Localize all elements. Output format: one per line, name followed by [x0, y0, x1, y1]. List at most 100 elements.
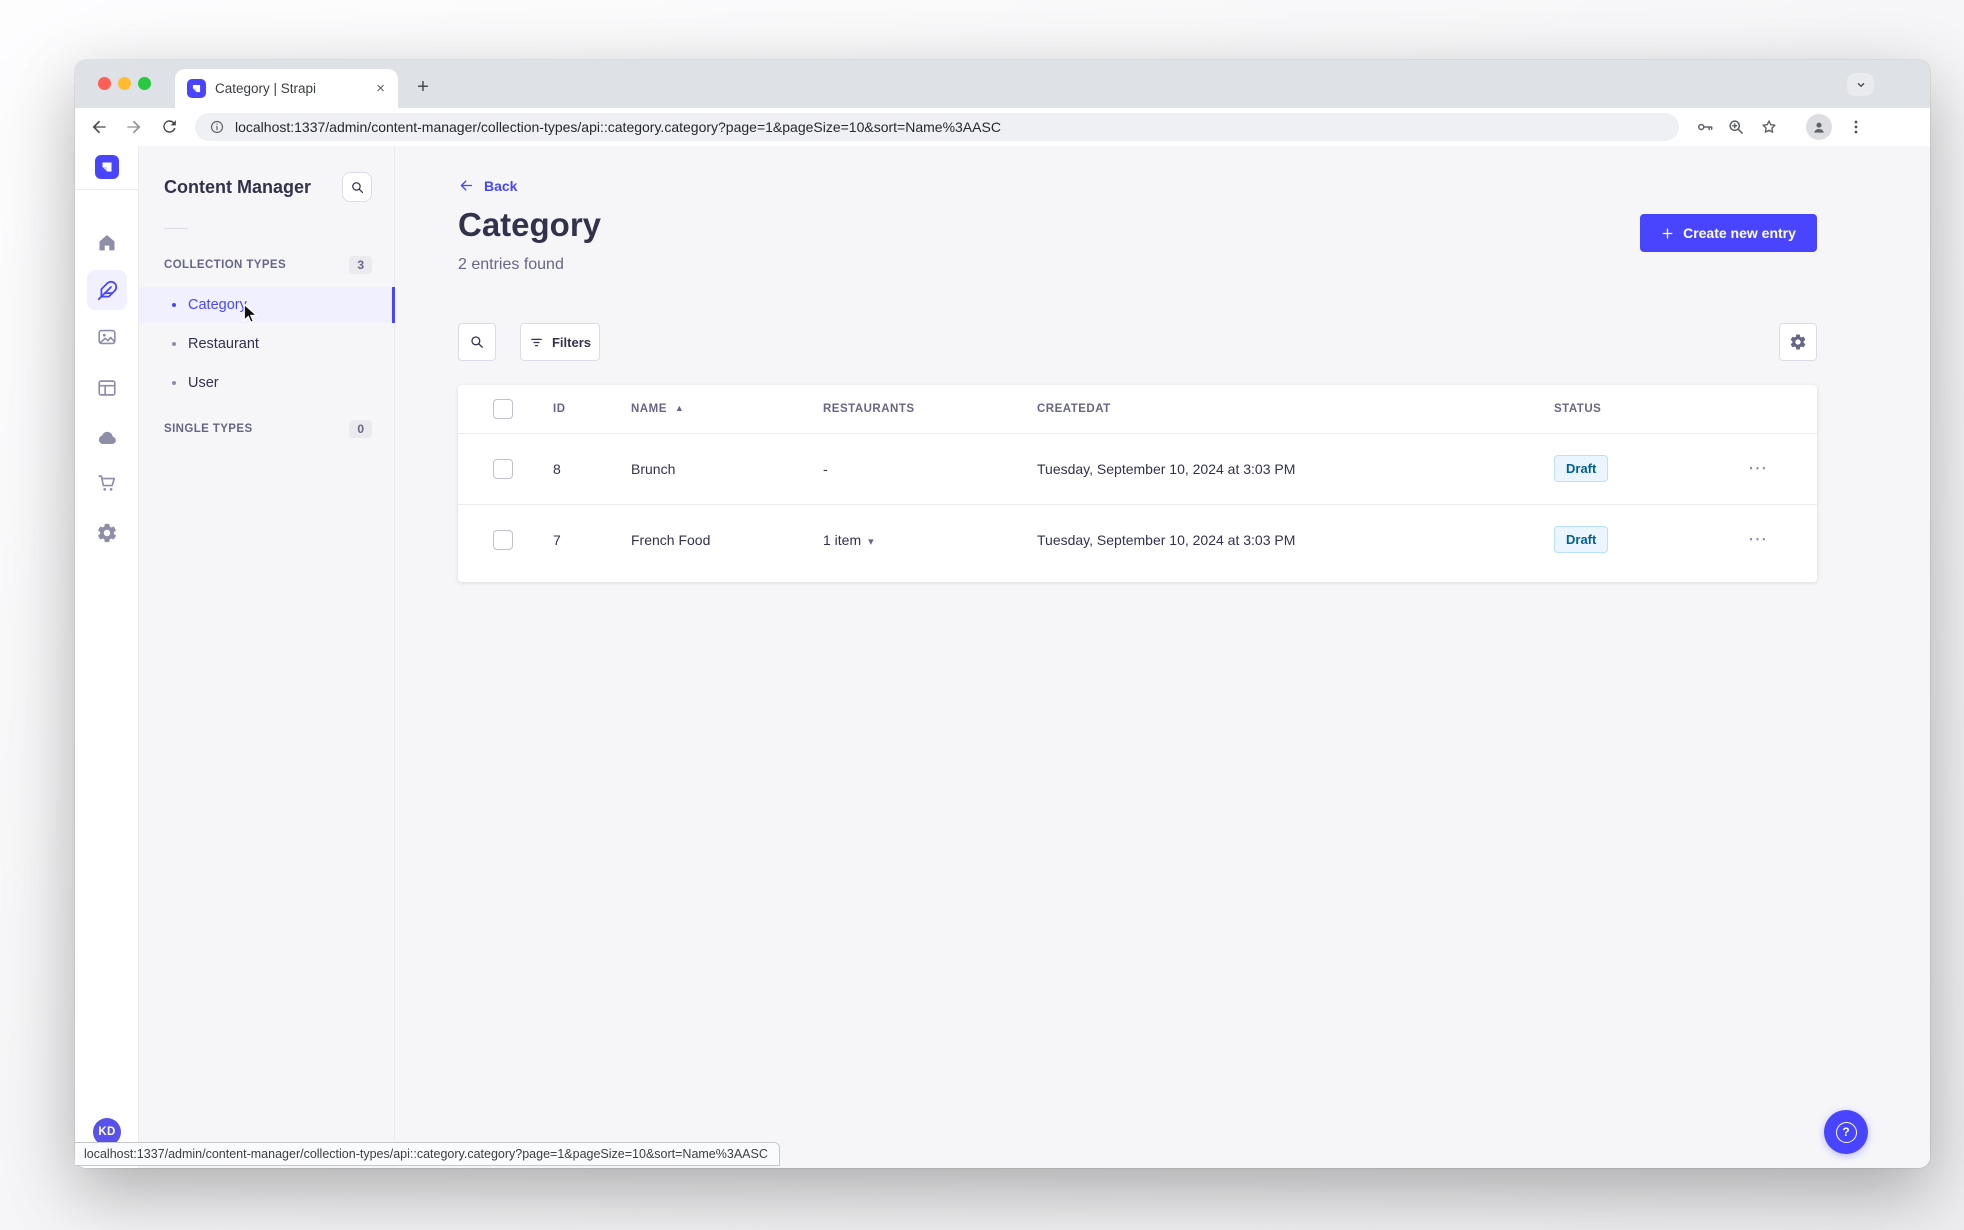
subnav-item-label: Category [188, 297, 247, 313]
cloud-icon [98, 431, 116, 444]
column-header-status[interactable]: STATUS [1554, 385, 1748, 433]
search-icon [351, 181, 363, 193]
back-label: Back [484, 177, 518, 194]
subnav-item-restaurant[interactable]: Restaurant [139, 326, 394, 362]
row-checkbox[interactable] [493, 458, 513, 479]
help-button[interactable]: ? [1824, 1110, 1868, 1154]
back-nav-icon[interactable] [89, 117, 109, 137]
row-checkbox[interactable] [493, 529, 513, 550]
browser-tab[interactable]: Category | Strapi × [175, 69, 398, 108]
column-header-name[interactable]: NAME ▲ [631, 385, 823, 433]
window-zoom-button[interactable] [138, 77, 151, 90]
subnav-item-category[interactable]: Category [139, 287, 395, 323]
macos-traffic-lights [98, 77, 151, 90]
new-tab-button[interactable]: + [409, 73, 437, 101]
cell-id: 7 [553, 503, 631, 575]
person-icon [1814, 122, 1824, 133]
window-close-button[interactable] [98, 77, 111, 90]
cell-createdat: Tuesday, September 10, 2024 at 3:03 PM [1037, 432, 1554, 504]
entries-table: ID NAME▲ RESTAURANTS CREATEDAT STATUS 8 [458, 385, 1817, 582]
plus-icon [1662, 228, 1673, 238]
subnav-item-user[interactable]: User [139, 365, 394, 401]
column-header-restaurants[interactable]: RESTAURANTS [823, 385, 1037, 433]
sidebar-item-deploy-cloud[interactable] [87, 417, 127, 457]
page-info-icon[interactable] [209, 119, 225, 135]
browser-profile-avatar[interactable] [1806, 114, 1832, 140]
sidebar-item-media-library[interactable] [87, 317, 127, 357]
subnav-item-label: User [188, 375, 219, 391]
row-actions-menu-icon[interactable]: ⋯ [1748, 458, 1768, 479]
bullet-icon [172, 342, 176, 346]
layout-icon [98, 380, 116, 396]
filters-label: Filters [551, 334, 591, 350]
cell-createdat: Tuesday, September 10, 2024 at 3:03 PM [1037, 503, 1554, 575]
zoom-in-icon[interactable] [1726, 117, 1746, 137]
question-mark-icon: ? [1835, 1121, 1857, 1143]
table-row[interactable]: 7 French Food 1 item ▾ Tuesday, September… [458, 503, 1817, 575]
entries-count-text: 2 entries found [458, 256, 564, 273]
password-key-icon[interactable] [1695, 117, 1715, 137]
row-actions-menu-icon[interactable]: ⋯ [1748, 529, 1768, 550]
table-header-row: ID NAME ▲ RESTAURANTS CREATEDAT STATUS [458, 385, 1817, 433]
cell-restaurants: - [823, 432, 1037, 504]
browser-toolbar: localhost:1337/admin/content-manager/col… [75, 108, 1930, 146]
filters-button[interactable]: Filters [520, 323, 600, 361]
feather-pen-icon [97, 280, 117, 300]
forward-nav-icon[interactable] [124, 117, 144, 137]
tab-close-icon[interactable]: × [373, 79, 388, 98]
search-icon [471, 336, 483, 348]
window-minimize-button[interactable] [118, 77, 131, 90]
sidebar-item-content-manager[interactable] [87, 270, 127, 310]
collection-types-count-badge: 3 [349, 256, 372, 274]
content-manager-subnav: Content Manager COLLECTION TYPES 3 Categ… [139, 146, 395, 1168]
browser-window: Category | Strapi × + localhost:1337/adm… [75, 60, 1930, 1168]
link-status-bar: localhost:1337/admin/content-manager/col… [75, 1142, 780, 1166]
select-all-checkbox[interactable] [493, 398, 513, 419]
single-types-label: SINGLE TYPES [164, 423, 253, 435]
subnav-search-button[interactable] [342, 172, 372, 202]
sidebar-divider [75, 189, 138, 190]
status-badge: Draft [1554, 455, 1609, 482]
cell-name: French Food [631, 503, 823, 575]
table-settings-button[interactable] [1779, 323, 1817, 361]
url-text: localhost:1337/admin/content-manager/col… [235, 119, 1001, 135]
single-types-count-badge: 0 [349, 420, 372, 438]
browser-menu-kebab-icon[interactable] [1846, 117, 1866, 137]
sidebar-item-settings[interactable] [87, 513, 127, 553]
table-row[interactable]: 8 Brunch - Tuesday, September 10, 2024 a… [458, 432, 1817, 504]
arrow-left-icon [460, 180, 473, 191]
sidebar-item-content-type-builder[interactable] [87, 368, 127, 408]
main-content: Back Category 2 entries found Create new… [395, 146, 1930, 1168]
cell-restaurants[interactable]: 1 item ▾ [823, 503, 1037, 575]
gear-icon [1790, 334, 1806, 350]
create-new-entry-button[interactable]: Create new entry [1640, 214, 1817, 252]
chevron-down-icon [1857, 82, 1864, 87]
cell-name: Brunch [631, 432, 823, 504]
column-header-id[interactable]: ID [553, 385, 631, 433]
shopping-cart-icon [98, 475, 116, 491]
column-header-createdat[interactable]: CREATEDAT [1037, 385, 1554, 433]
reload-icon[interactable] [160, 117, 180, 137]
page-title: Category [458, 206, 602, 243]
strapi-admin-page: KD Content Manager COLLECTION TYPES 3 Ca… [75, 146, 1930, 1168]
sidebar-item-marketplace[interactable] [87, 463, 127, 503]
bullet-icon [172, 303, 176, 307]
image-icon [98, 329, 116, 345]
strapi-favicon-icon [187, 79, 206, 98]
filter-icon [531, 338, 542, 346]
back-link[interactable]: Back [458, 177, 517, 194]
home-icon [99, 235, 115, 251]
create-new-entry-label: Create new entry [1683, 225, 1796, 241]
tab-overflow-chevron-button[interactable] [1847, 73, 1874, 96]
cell-id: 8 [553, 432, 631, 504]
gear-icon [98, 523, 116, 543]
chevron-down-icon: ▾ [868, 535, 874, 548]
subnav-title: Content Manager [164, 176, 312, 197]
address-bar[interactable]: localhost:1337/admin/content-manager/col… [195, 113, 1679, 141]
table-search-button[interactable] [458, 323, 496, 361]
collection-types-label: COLLECTION TYPES [164, 259, 287, 271]
sidebar-item-home[interactable] [87, 223, 127, 263]
bookmark-star-icon[interactable] [1759, 117, 1779, 137]
browser-tab-strip: Category | Strapi × + [75, 60, 1930, 108]
strapi-logo[interactable] [95, 155, 119, 179]
